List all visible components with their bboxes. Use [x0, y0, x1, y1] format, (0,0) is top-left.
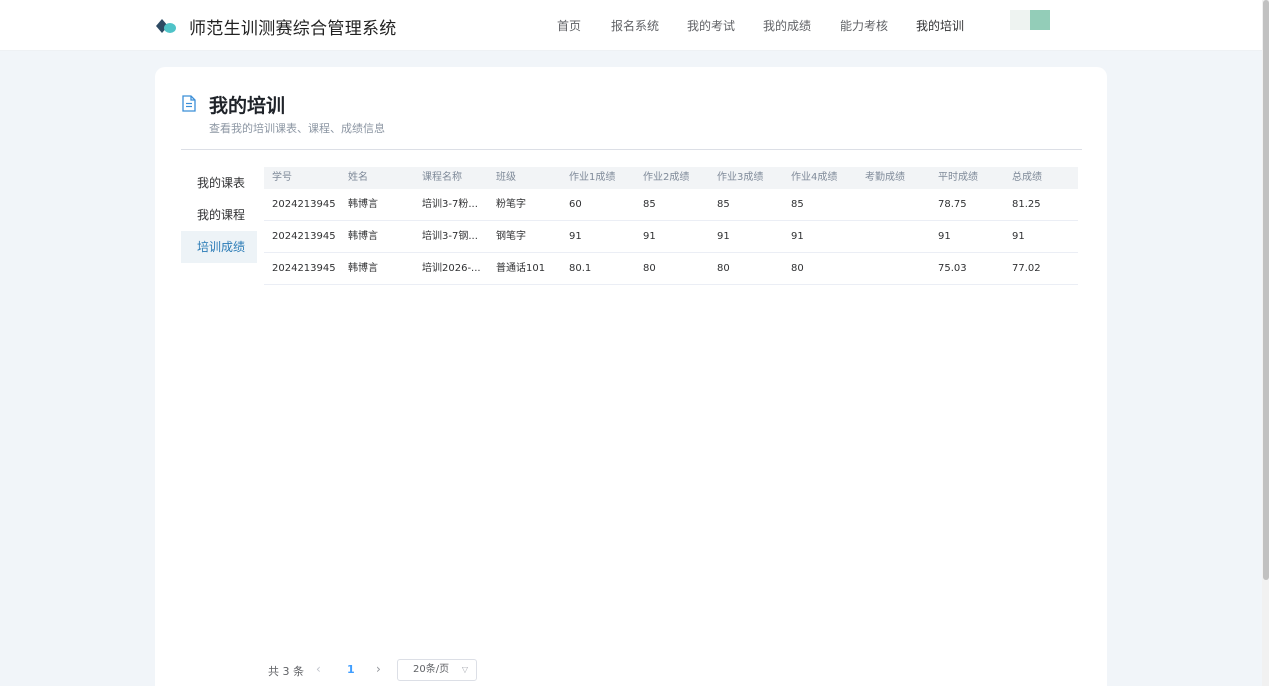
- side-item-training-scores[interactable]: 培训成绩: [181, 231, 257, 263]
- page-title: 我的培训: [209, 95, 286, 117]
- cell-student-id: 2024213945: [272, 199, 336, 210]
- page-number-current[interactable]: 1: [347, 663, 355, 676]
- column-header-homework1: 作业1成绩: [569, 172, 616, 183]
- nav-item-my-training[interactable]: 我的培训: [916, 17, 964, 34]
- prev-page-icon[interactable]: ‹: [316, 662, 321, 676]
- cell-name: 韩博言: [348, 199, 378, 210]
- header-divider: [181, 149, 1082, 150]
- nav-item-my-exams[interactable]: 我的考试: [687, 17, 735, 34]
- cell-homework2: 85: [643, 199, 656, 210]
- scores-table: 学号 姓名 课程名称 班级 作业1成绩 作业2成绩 作业3成绩 作业4成绩 考勤…: [264, 167, 1078, 285]
- cell-student-id: 2024213945: [272, 231, 336, 242]
- cell-name: 韩博言: [348, 263, 378, 274]
- table-row[interactable]: 2024213945 韩博言 培训2026-... 普通话101 80.1 80…: [264, 253, 1078, 285]
- cell-class: 粉笔字: [496, 199, 526, 210]
- cell-homework2: 80: [643, 263, 656, 274]
- table-row[interactable]: 2024213945 韩博言 培训3-7粉... 粉笔字 60 85 85 85…: [264, 189, 1078, 221]
- next-page-icon[interactable]: ›: [376, 662, 381, 676]
- cell-class: 钢笔字: [496, 231, 526, 242]
- cell-course-name: 培训3-7粉...: [422, 199, 478, 210]
- cell-student-id: 2024213945: [272, 263, 336, 274]
- cell-homework4: 85: [791, 199, 804, 210]
- cell-homework3: 91: [717, 231, 730, 242]
- cell-homework4: 80: [791, 263, 804, 274]
- nav-item-home[interactable]: 首页: [557, 17, 581, 34]
- column-header-homework3: 作业3成绩: [717, 172, 764, 183]
- column-header-class: 班级: [496, 172, 516, 183]
- main-nav: 首页 报名系统 我的考试 我的成绩 能力考核 我的培训: [0, 17, 1262, 37]
- cell-attendance: [865, 189, 935, 220]
- cell-total-score: 81.25: [1012, 199, 1041, 210]
- page-subtitle: 查看我的培训课表、课程、成绩信息: [209, 122, 385, 135]
- nav-item-registration[interactable]: 报名系统: [611, 17, 659, 34]
- table-header: 学号 姓名 课程名称 班级 作业1成绩 作业2成绩 作业3成绩 作业4成绩 考勤…: [264, 167, 1078, 189]
- cell-attendance: [865, 253, 935, 284]
- cell-homework4: 91: [791, 231, 804, 242]
- column-header-total-score: 总成绩: [1012, 172, 1042, 183]
- cell-attendance: [865, 221, 935, 252]
- cell-regular-score: 91: [938, 231, 951, 242]
- nav-item-assessment[interactable]: 能力考核: [840, 17, 888, 34]
- table-row[interactable]: 2024213945 韩博言 培训3-7钢... 钢笔字 91 91 91 91…: [264, 221, 1078, 253]
- column-header-student-id: 学号: [272, 172, 292, 183]
- side-item-schedule[interactable]: 我的课表: [181, 167, 257, 199]
- avatar[interactable]: [1010, 10, 1050, 30]
- top-header: 师范生训测赛综合管理系统 首页 报名系统 我的考试 我的成绩 能力考核 我的培训: [0, 0, 1262, 51]
- page-scrollbar[interactable]: [1262, 0, 1269, 686]
- cell-class: 普通话101: [496, 263, 546, 274]
- cell-name: 韩博言: [348, 231, 378, 242]
- cell-course-name: 培训2026-...: [422, 263, 481, 274]
- cell-homework3: 80: [717, 263, 730, 274]
- scrollbar-thumb[interactable]: [1263, 0, 1269, 580]
- column-header-attendance: 考勤成绩: [865, 172, 905, 183]
- cell-homework2: 91: [643, 231, 656, 242]
- avatar-left-block: [1010, 10, 1030, 30]
- cell-total-score: 77.02: [1012, 263, 1041, 274]
- side-menu: 我的课表 我的课程 培训成绩: [181, 167, 257, 263]
- column-header-homework4: 作业4成绩: [791, 172, 838, 183]
- side-item-courses[interactable]: 我的课程: [181, 199, 257, 231]
- cell-homework1: 91: [569, 231, 582, 242]
- avatar-right-block: [1030, 10, 1050, 30]
- cell-regular-score: 75.03: [938, 263, 967, 274]
- nav-item-my-scores[interactable]: 我的成绩: [763, 17, 811, 34]
- pagination-total: 共 3 条: [268, 665, 304, 678]
- column-header-name: 姓名: [348, 172, 368, 183]
- cell-regular-score: 78.75: [938, 199, 967, 210]
- cell-homework1: 60: [569, 199, 582, 210]
- cell-homework1: 80.1: [569, 263, 592, 274]
- page-size-select[interactable]: 20条/页 ▽: [397, 659, 477, 681]
- main-card: 我的培训 查看我的培训课表、课程、成绩信息 我的课表 我的课程 培训成绩 学号 …: [155, 67, 1107, 686]
- cell-course-name: 培训3-7钢...: [422, 231, 478, 242]
- pagination: 共 3 条 ‹ 1 › 20条/页 ▽: [268, 659, 668, 682]
- column-header-regular-score: 平时成绩: [938, 172, 978, 183]
- document-icon: [182, 95, 196, 112]
- page-size-value: 20条/页: [413, 664, 450, 675]
- column-header-course-name: 课程名称: [422, 172, 462, 183]
- column-header-homework2: 作业2成绩: [643, 172, 690, 183]
- cell-homework3: 85: [717, 199, 730, 210]
- cell-total-score: 91: [1012, 231, 1025, 242]
- chevron-down-icon: ▽: [461, 665, 468, 674]
